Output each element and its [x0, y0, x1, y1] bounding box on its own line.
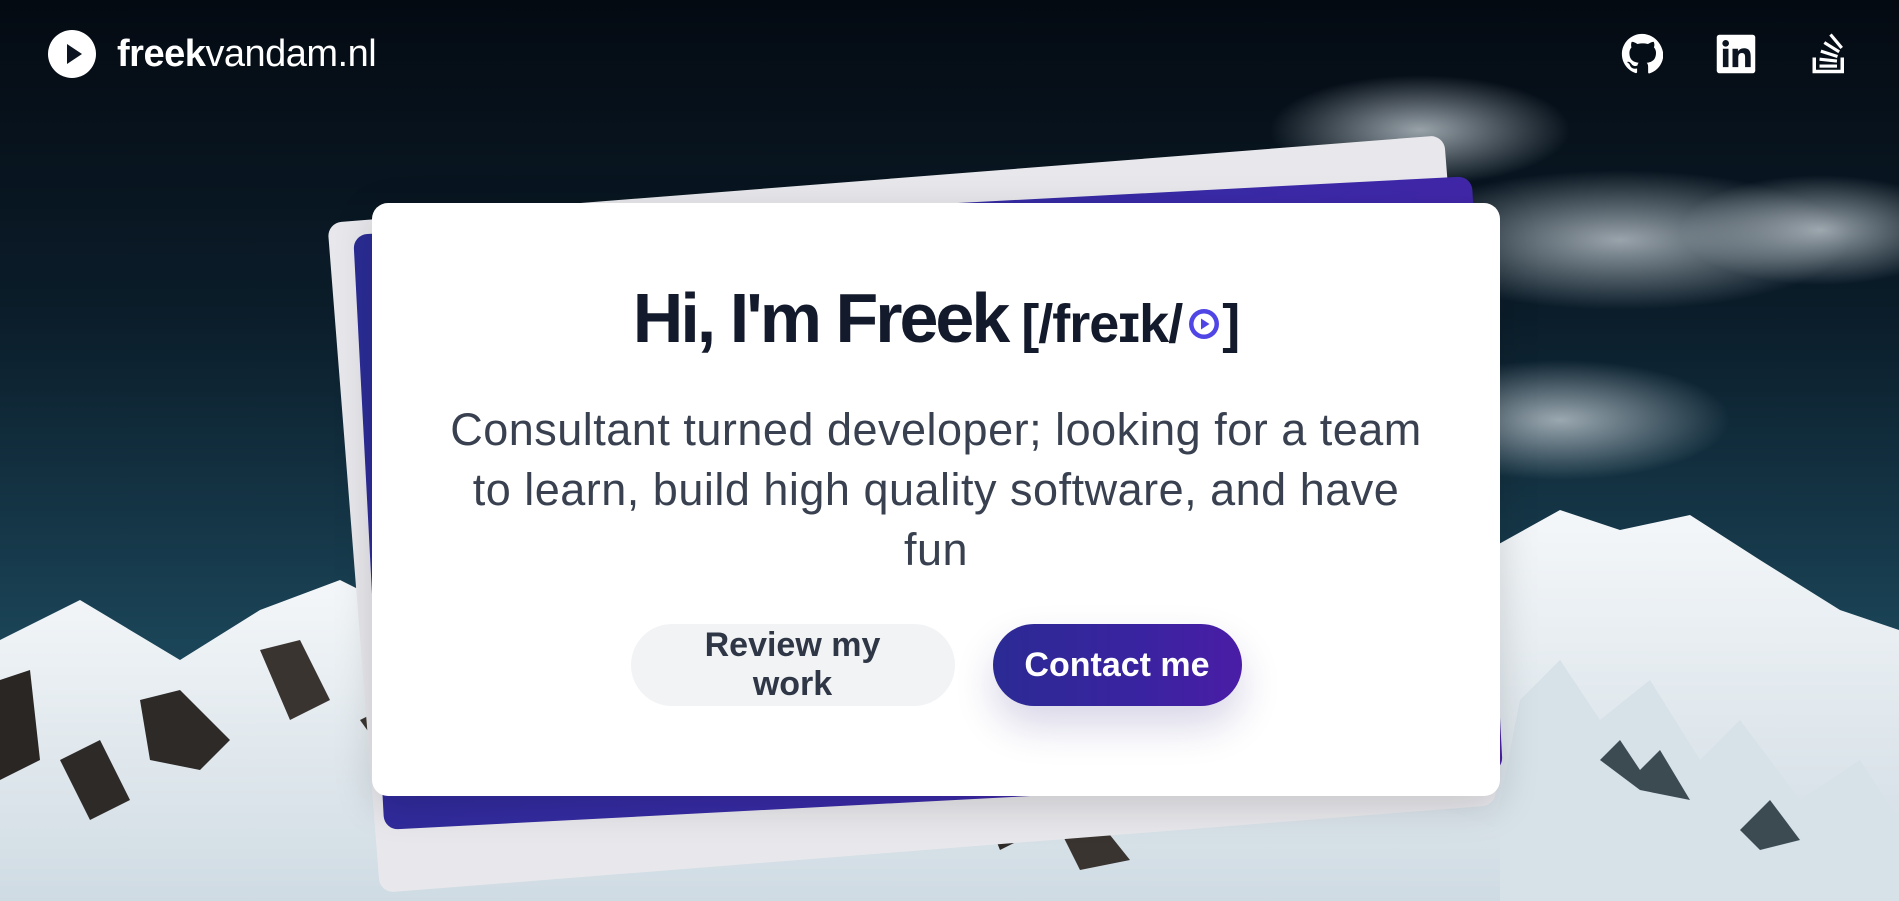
- linkedin-icon: [1716, 34, 1756, 74]
- hero-title: Hi, I'm Freek [/freɪk/]: [372, 275, 1500, 367]
- social-links: [1620, 32, 1852, 76]
- brand-name-light: vandam.nl: [205, 32, 377, 75]
- pronunciation-text: [/freɪk/: [1021, 294, 1183, 354]
- hero-actions: Review my work Contact me: [372, 624, 1500, 706]
- stackoverflow-link[interactable]: [1808, 32, 1852, 76]
- pronunciation: [/freɪk/]: [1021, 281, 1240, 367]
- linkedin-link[interactable]: [1714, 32, 1758, 76]
- play-pronunciation-icon[interactable]: [1188, 308, 1220, 340]
- pronunciation-close: ]: [1222, 294, 1240, 354]
- stackoverflow-icon: [1812, 33, 1844, 74]
- github-link[interactable]: [1620, 32, 1664, 76]
- brand-name: freekvandam.nl: [117, 32, 377, 76]
- brand-name-bold: freek: [117, 32, 206, 75]
- site-header: freekvandam.nl: [0, 0, 1899, 108]
- review-work-button[interactable]: Review my work: [630, 624, 955, 706]
- hero-card: Hi, I'm Freek [/freɪk/] Consultant turned…: [372, 203, 1500, 796]
- github-icon: [1621, 33, 1663, 74]
- brand-link[interactable]: freekvandam.nl: [47, 29, 377, 79]
- play-logo-icon: [48, 30, 96, 78]
- contact-button[interactable]: Contact me: [992, 624, 1242, 706]
- hero-tagline: Consultant turned developer; looking for…: [450, 404, 1422, 575]
- hero-title-text: Hi, I'm Freek: [632, 279, 1010, 357]
